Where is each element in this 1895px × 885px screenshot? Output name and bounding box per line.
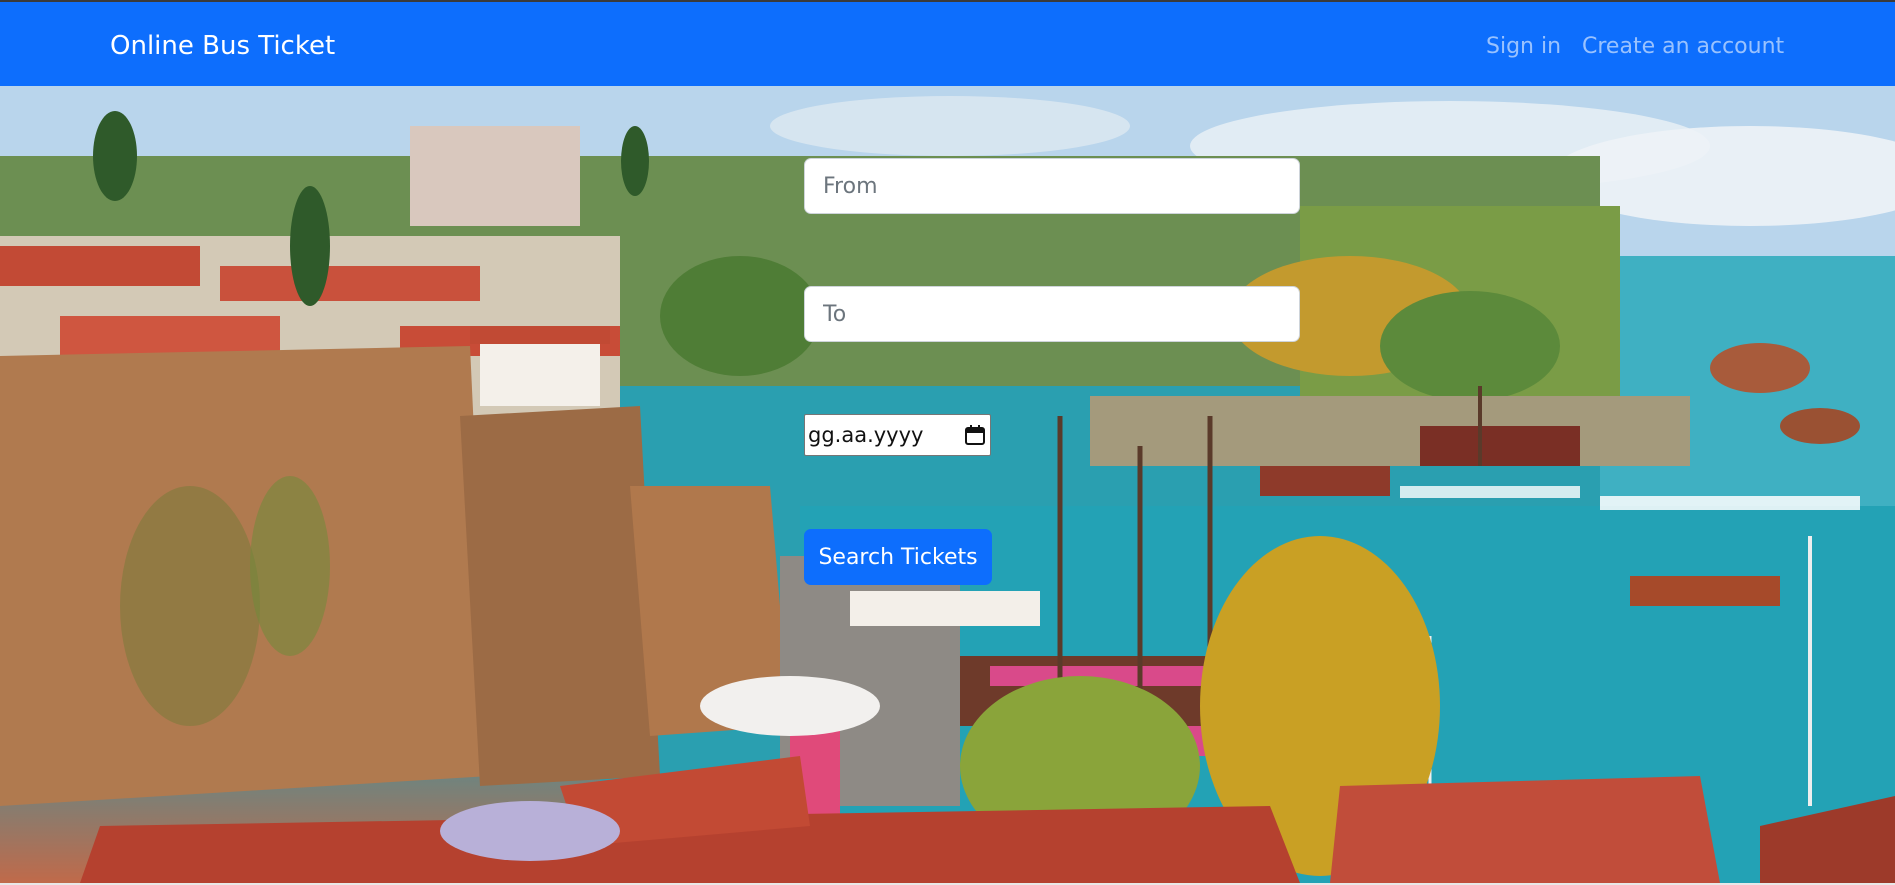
to-input[interactable] [804, 286, 1300, 342]
navbar: Online Bus Ticket Sign in Create an acco… [0, 2, 1895, 86]
date-picker-input[interactable]: gg.aa.yyyy [804, 414, 991, 456]
search-tickets-button[interactable]: Search Tickets [804, 529, 992, 585]
calendar-icon[interactable] [964, 424, 986, 446]
from-input[interactable] [804, 158, 1300, 214]
brand-link[interactable]: Online Bus Ticket [110, 29, 335, 63]
date-display: gg.aa.yyyy [808, 423, 924, 447]
sign-in-link[interactable]: Sign in [1486, 33, 1561, 61]
create-account-link[interactable]: Create an account [1582, 33, 1784, 61]
